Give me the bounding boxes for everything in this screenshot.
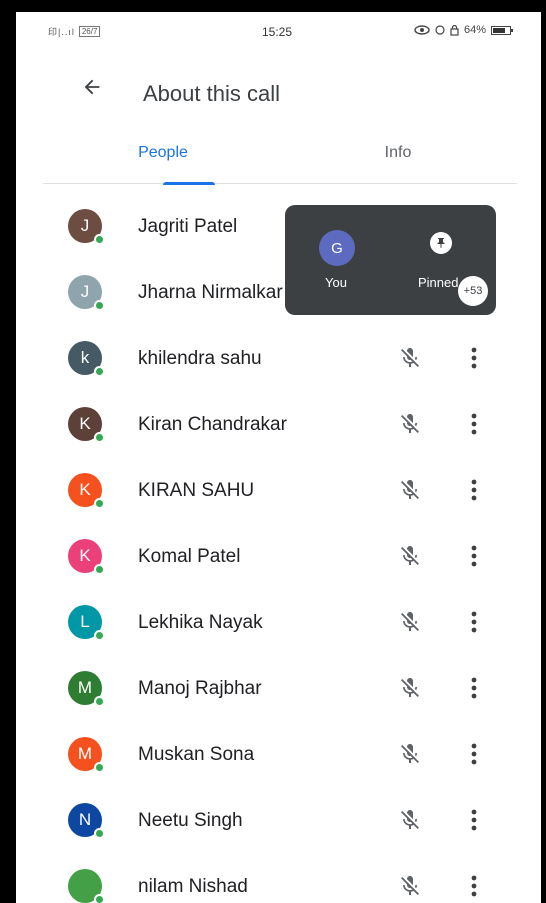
participant-row[interactable]: K Kiran Chandrakar xyxy=(16,394,541,460)
pinned-label: Pinned xyxy=(418,275,459,290)
participant-row[interactable]: k khilendra sahu xyxy=(16,328,541,394)
online-status-dot xyxy=(94,234,105,245)
online-status-dot xyxy=(94,894,105,903)
more-options-button[interactable] xyxy=(462,738,486,770)
self-avatar: G xyxy=(319,230,355,266)
clock: 15:25 xyxy=(262,25,293,39)
status-icons: 64% xyxy=(414,24,513,36)
participant-name: khilendra sahu xyxy=(138,348,262,369)
alarm-icon xyxy=(435,25,445,35)
participant-row[interactable]: M Muskan Sona xyxy=(16,724,541,790)
participant-name: Neetu Singh xyxy=(138,810,243,831)
more-options-button[interactable] xyxy=(462,474,486,506)
online-status-dot xyxy=(94,432,105,443)
mic-off-icon[interactable] xyxy=(396,672,424,704)
online-status-dot xyxy=(94,300,105,311)
participant-row[interactable]: K KIRAN SAHU xyxy=(16,460,541,526)
online-status-dot xyxy=(94,564,105,575)
participant-name: Lekhika Nayak xyxy=(138,612,263,633)
network-badge: 26/7 xyxy=(78,26,101,37)
status-bar: 印|..ıl 26/7 15:25 64% xyxy=(16,12,541,52)
participant-name: Muskan Sona xyxy=(138,744,255,765)
pin-icon[interactable] xyxy=(430,232,452,254)
lock-icon xyxy=(450,24,459,36)
participant-row[interactable]: nilam Nishad xyxy=(16,856,541,903)
participant-name: KIRAN SAHU xyxy=(138,480,255,501)
mic-off-icon[interactable] xyxy=(396,342,424,374)
participant-name: Komal Patel xyxy=(138,546,241,567)
online-status-dot xyxy=(94,696,105,707)
app-bar: About this call xyxy=(16,57,541,117)
self-view-pip[interactable]: G You Pinned +53 xyxy=(285,205,496,315)
participant-name: Kiran Chandrakar xyxy=(138,414,287,435)
mic-off-icon[interactable] xyxy=(396,408,424,440)
more-options-button[interactable] xyxy=(462,672,486,704)
participant-row[interactable]: K Komal Patel xyxy=(16,526,541,592)
arrow-back-icon xyxy=(84,79,100,95)
participant-row[interactable]: N Neetu Singh xyxy=(16,790,541,856)
eye-icon xyxy=(414,25,430,35)
signal-icon: 印|..ıl xyxy=(48,27,75,37)
more-options-button[interactable] xyxy=(462,804,486,836)
participant-name: Manoj Rajbhar xyxy=(138,678,262,699)
phone-screen: 印|..ıl 26/7 15:25 64% About this call Pe… xyxy=(16,12,541,903)
more-participants-badge[interactable]: +53 xyxy=(458,276,488,306)
mic-off-icon[interactable] xyxy=(396,606,424,638)
tab-info[interactable]: Info xyxy=(323,136,473,184)
battery-icon xyxy=(491,25,513,35)
online-status-dot xyxy=(94,828,105,839)
mic-off-icon[interactable] xyxy=(396,738,424,770)
page-title: About this call xyxy=(143,81,280,106)
participant-name: Jagriti Patel xyxy=(138,216,238,237)
more-options-button[interactable] xyxy=(462,408,486,440)
more-options-button[interactable] xyxy=(462,540,486,572)
participant-row[interactable]: M Manoj Rajbhar xyxy=(16,658,541,724)
more-options-button[interactable] xyxy=(462,342,486,374)
signal-indicators: 印|..ıl 26/7 xyxy=(48,25,101,38)
mic-off-icon[interactable] xyxy=(396,474,424,506)
online-status-dot xyxy=(94,498,105,509)
mic-off-icon[interactable] xyxy=(396,870,424,902)
participant-row[interactable]: L Lekhika Nayak xyxy=(16,592,541,658)
back-button[interactable] xyxy=(74,69,110,105)
participant-name: nilam Nishad xyxy=(138,876,248,897)
participant-name: Jharna Nirmalkar xyxy=(138,282,283,303)
active-tab-indicator xyxy=(163,182,215,185)
tab-people[interactable]: People xyxy=(88,136,238,184)
battery-percent: 64% xyxy=(463,24,486,36)
mic-off-icon[interactable] xyxy=(396,540,424,572)
mic-off-icon[interactable] xyxy=(396,804,424,836)
online-status-dot xyxy=(94,630,105,641)
online-status-dot xyxy=(94,366,105,377)
tab-bar: People Info xyxy=(43,136,517,185)
online-status-dot xyxy=(94,762,105,773)
self-label: You xyxy=(325,275,347,290)
more-options-button[interactable] xyxy=(462,606,486,638)
more-options-button[interactable] xyxy=(462,870,486,902)
